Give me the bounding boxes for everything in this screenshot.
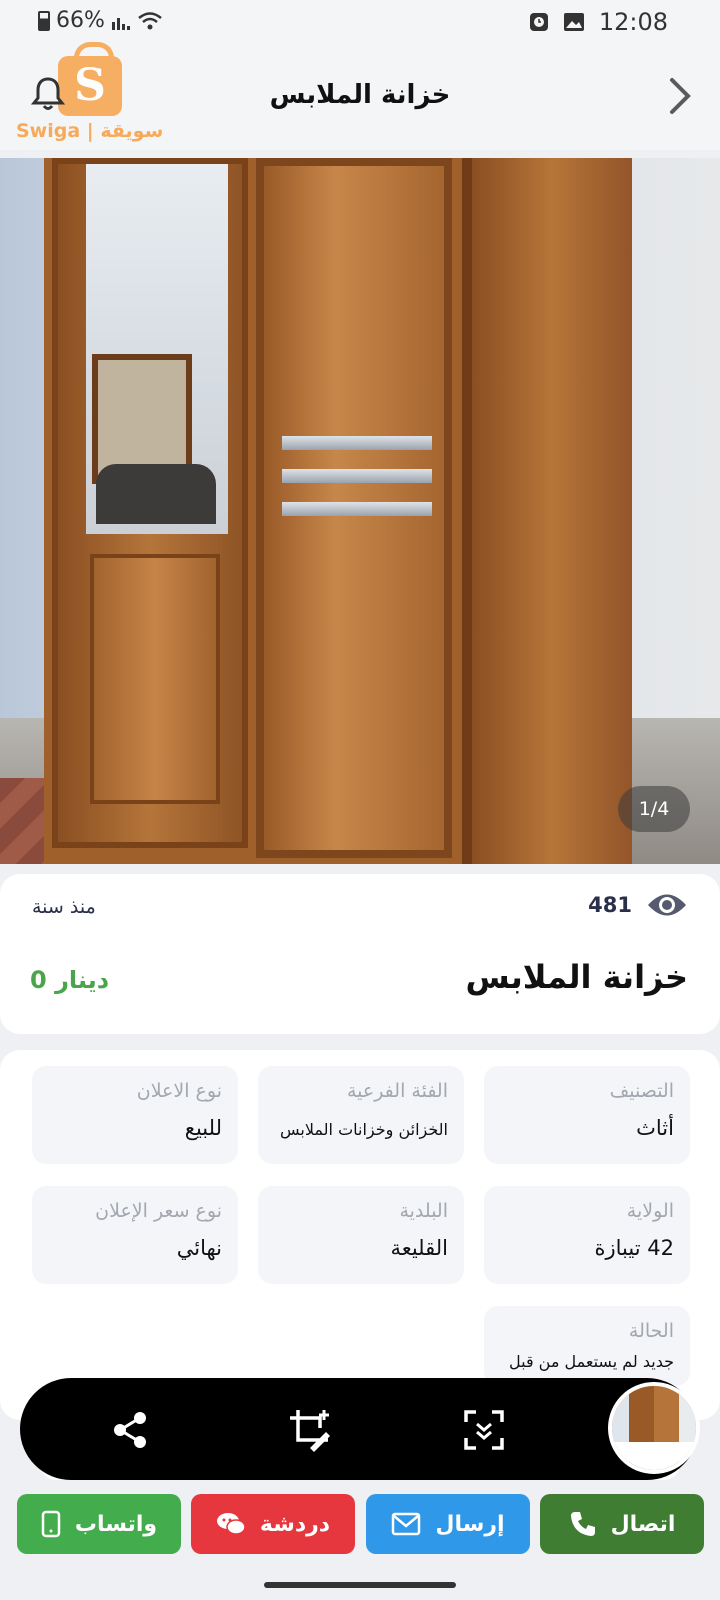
- page-title: خزانة الملابس: [269, 80, 451, 110]
- scroll-capture-button[interactable]: [456, 1402, 512, 1458]
- logo-text: Swiga | سويقة: [16, 120, 164, 142]
- detail-price-type: نوع سعر الإعلان نهائي: [32, 1186, 238, 1284]
- share-icon: [114, 1412, 146, 1448]
- status-left: 66%: [38, 8, 163, 33]
- detail-value: القليعة: [390, 1236, 448, 1260]
- detail-label: التصنيف: [609, 1080, 674, 1102]
- scroll-capture-icon: [464, 1410, 504, 1450]
- mobile-phone-icon: [41, 1510, 61, 1538]
- wardrobe-lower-panel: [90, 554, 220, 804]
- back-button[interactable]: [658, 72, 702, 120]
- mirror-bedding-reflection: [96, 464, 216, 524]
- detail-value: الخزائن وخزانات الملابس: [280, 1120, 448, 1139]
- listing-title: خزانة الملابس: [465, 958, 688, 996]
- wardrobe-illustration: [44, 158, 632, 864]
- detail-municipality: البلدية القليعة: [258, 1186, 464, 1284]
- system-nav-bar: [0, 1570, 720, 1600]
- detail-label: نوع سعر الإعلان: [95, 1200, 222, 1222]
- detail-label: نوع الاعلان: [136, 1080, 222, 1102]
- listing-details-card: التصنيف أثاث الفئة الفرعية الخزائن وخزان…: [0, 1050, 720, 1420]
- detail-ad-type: نوع الاعلان للبيع: [32, 1066, 238, 1164]
- thumbnail-band: [612, 1442, 696, 1470]
- send-label: إرسال: [435, 1511, 505, 1537]
- detail-value: جديد لم يستعمل من قبل: [509, 1352, 674, 1371]
- detail-label: البلدية: [399, 1200, 448, 1222]
- call-label: اتصال: [610, 1511, 676, 1537]
- wardrobe-door-right: [462, 158, 632, 864]
- posted-time: منذ سنة: [32, 896, 96, 918]
- app-header: S Swiga | سويقة خزانة الملابس: [0, 42, 720, 150]
- detail-value: نهائي: [176, 1236, 222, 1260]
- chevron-right-icon: [670, 78, 691, 114]
- chat-button[interactable]: دردشة: [191, 1494, 355, 1554]
- door-stripe: [282, 502, 432, 516]
- battery-icon: [38, 10, 50, 31]
- detail-value: 42 تيبازة: [594, 1236, 674, 1260]
- wardrobe-door-left: [52, 158, 248, 848]
- home-indicator[interactable]: [264, 1582, 456, 1588]
- gallery-icon: [563, 13, 584, 31]
- detail-label: الفئة الفرعية: [346, 1080, 448, 1102]
- phone-icon: [570, 1512, 595, 1536]
- chat-label: دردشة: [259, 1511, 331, 1537]
- clock: 12:08: [598, 8, 668, 36]
- views-count: 481: [588, 890, 688, 920]
- detail-label: الحالة: [628, 1320, 674, 1342]
- chat-bubbles-icon: [216, 1513, 246, 1535]
- crop-edit-icon: [290, 1410, 330, 1452]
- views-number: 481: [588, 893, 632, 917]
- listing-photo[interactable]: 1/4: [0, 158, 720, 864]
- whatsapp-button[interactable]: واتساب: [17, 1494, 181, 1554]
- detail-condition: الحالة جديد لم يستعمل من قبل: [484, 1306, 690, 1386]
- share-button[interactable]: [102, 1402, 158, 1458]
- wifi-icon: [138, 11, 162, 29]
- contact-actions: اتصال إرسال دردشة واتساب: [0, 1484, 720, 1568]
- battery-percent: 66%: [56, 8, 105, 33]
- eye-icon: [648, 894, 686, 916]
- door-stripe: [282, 436, 432, 450]
- mail-icon: [392, 1512, 421, 1536]
- crop-edit-button[interactable]: [282, 1402, 338, 1458]
- status-bar: 66% 12:08: [0, 0, 720, 46]
- whatsapp-label: واتساب: [74, 1511, 158, 1537]
- call-button[interactable]: اتصال: [540, 1494, 704, 1554]
- wardrobe-mirror: [86, 164, 228, 534]
- detail-subcategory: الفئة الفرعية الخزائن وخزانات الملابس: [258, 1066, 464, 1164]
- detail-value: أثاث: [636, 1116, 674, 1140]
- detail-value: للبيع: [184, 1116, 222, 1140]
- detail-state: الولاية 42 تيبازة: [484, 1186, 690, 1284]
- detail-category: التصنيف أثاث: [484, 1066, 690, 1164]
- detail-label: الولاية: [626, 1200, 674, 1222]
- listing-summary-card: 481 منذ سنة خزانة الملابس 0 دينار: [0, 874, 720, 1034]
- status-right: 12:08: [529, 8, 668, 36]
- photo-counter: 1/4: [618, 786, 690, 832]
- wardrobe-door-middle: [256, 158, 452, 858]
- door-stripe: [282, 469, 432, 483]
- alarm-icon: [529, 13, 548, 31]
- listing-price: 0 دينار: [30, 966, 110, 994]
- send-button[interactable]: إرسال: [366, 1494, 530, 1554]
- signal-icon: [111, 17, 130, 30]
- screenshot-thumbnail[interactable]: [608, 1382, 700, 1474]
- screenshot-toolbar: [20, 1378, 698, 1480]
